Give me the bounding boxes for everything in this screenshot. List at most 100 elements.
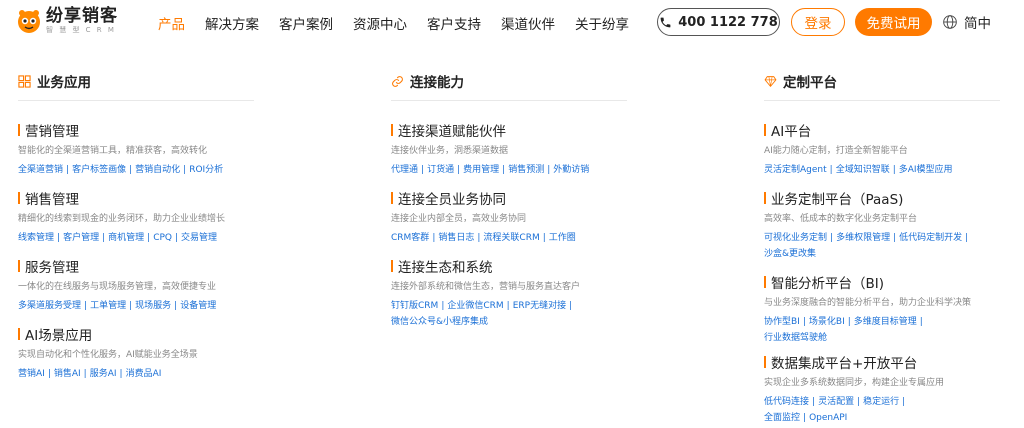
link-separator: | <box>421 165 425 175</box>
menu-link[interactable]: 费用管理 <box>463 165 499 175</box>
menu-link[interactable]: 全域知识智联 <box>836 165 890 175</box>
section-title-link[interactable]: 连接生态和系统 <box>391 258 603 276</box>
menu-link[interactable]: 可视化业务定制 <box>764 233 827 243</box>
nav-solutions[interactable]: 解决方案 <box>205 13 259 33</box>
menu-link[interactable]: 工单管理 <box>90 301 126 311</box>
section-title-link[interactable]: 智能分析平台（BI) <box>764 274 986 292</box>
menu-link[interactable]: 现场服务 <box>135 301 171 311</box>
section-title-link[interactable]: 营销管理 <box>18 122 223 140</box>
column-title: 连接能力 <box>410 75 464 91</box>
nav-support[interactable]: 客户支持 <box>427 13 481 33</box>
nav-resources[interactable]: 资源中心 <box>353 13 407 33</box>
menu-link[interactable]: 钉钉版CRM <box>391 301 438 311</box>
menu-link[interactable]: 协作型BI <box>764 317 800 327</box>
menu-link[interactable]: 设备管理 <box>180 301 216 311</box>
menu-link[interactable]: 全渠道营销 <box>18 165 63 175</box>
menu-link[interactable]: ERP无缝对接 <box>513 301 566 311</box>
menu-link[interactable]: 稳定运行 <box>863 397 899 407</box>
menu-link[interactable]: 流程关联CRM <box>483 233 539 243</box>
language-switch[interactable]: 简中 <box>942 12 991 32</box>
menu-link[interactable]: 沙盒&更改集 <box>764 249 816 259</box>
menu-link[interactable]: 代理通 <box>391 165 418 175</box>
logo-mascot-icon <box>16 8 42 34</box>
menu-link[interactable]: 交易管理 <box>181 233 217 243</box>
nav-product[interactable]: 产品 <box>158 13 185 33</box>
section-marketing: 营销管理 智能化的全渠道营销工具，精准获客，高效转化 全渠道营销 | 客户标签画像 |… <box>18 122 223 178</box>
section-title-link[interactable]: 数据集成平台+开放平台 <box>764 354 974 372</box>
link-separator: | <box>47 369 51 379</box>
section-title: 智能分析平台（BI) <box>771 276 885 292</box>
link-separator: | <box>542 233 546 243</box>
menu-link[interactable]: 销售日志 <box>438 233 474 243</box>
menu-link[interactable]: 客户管理 <box>63 233 99 243</box>
menu-link[interactable]: 行业数据驾驶舱 <box>764 333 827 343</box>
column-title: 定制平台 <box>783 75 837 91</box>
menu-link[interactable]: 多渠道服务受理 <box>18 301 81 311</box>
link-separator: | <box>829 165 833 175</box>
section-title-link[interactable]: 业务定制平台（PaaS) <box>764 190 986 208</box>
menu-link[interactable]: 低代码连接 <box>764 397 809 407</box>
nav-about[interactable]: 关于纷享 <box>575 13 629 33</box>
section-sales: 销售管理 精细化的线索到现金的业务闭环，助力企业业绩增长 线索管理 | 客户管理 | 商… <box>18 190 225 246</box>
accent-bar <box>18 192 20 204</box>
section-desc: 智能化的全渠道营销工具，精准获客，高效转化 <box>18 146 208 156</box>
menu-link[interactable]: 商机管理 <box>108 233 144 243</box>
menu-link[interactable]: CPQ <box>153 233 172 243</box>
menu-link[interactable]: 灵活配置 <box>818 397 854 407</box>
section-title-link[interactable]: 销售管理 <box>18 190 225 208</box>
menu-link[interactable]: 外勤访销 <box>553 165 589 175</box>
menu-link[interactable]: 场景化BI <box>809 317 845 327</box>
menu-link[interactable]: 微信公众号&小程序集成 <box>391 317 488 327</box>
section-title: 连接渠道赋能伙伴 <box>398 124 506 140</box>
menu-link[interactable]: 多维度目标管理 <box>854 317 917 327</box>
product-mega-menu: 纷享销客 智 慧 型 C R M 产品 解决方案 客户案例 资源中心 客户支持 … <box>0 0 1024 428</box>
section-links: 灵活定制Agent | 全域知识智联 | 多AI模型应用 <box>764 162 953 178</box>
menu-link[interactable]: 客户标签画像 <box>72 165 126 175</box>
section-ecosystem: 连接生态和系统 连接外部系统和微信生态，营销与服务直达客户 钉钉版CRM | 企业微… <box>391 258 603 330</box>
free-trial-button[interactable]: 免费试用 <box>855 8 932 36</box>
menu-link[interactable]: 灵活定制Agent <box>764 165 827 175</box>
nav-cases[interactable]: 客户案例 <box>279 13 333 33</box>
menu-link[interactable]: 线索管理 <box>18 233 54 243</box>
language-label: 简中 <box>964 16 991 32</box>
column-title: 业务应用 <box>37 75 91 91</box>
menu-link[interactable]: CRM客群 <box>391 233 429 243</box>
menu-link[interactable]: 消费品AI <box>126 369 162 379</box>
link-separator: | <box>477 233 481 243</box>
section-title-link[interactable]: 连接全员业务协同 <box>391 190 576 208</box>
section-links: 可视化业务定制 | 多维权限管理 | 低代码定制开发 |沙盒&更改集 <box>764 230 986 262</box>
menu-link[interactable]: 营销AI <box>18 369 45 379</box>
menu-link[interactable]: OpenAPI <box>809 413 847 423</box>
link-separator: | <box>506 301 510 311</box>
nav-partners[interactable]: 渠道伙伴 <box>501 13 555 33</box>
menu-link[interactable]: 营销自动化 <box>135 165 180 175</box>
logo[interactable]: 纷享销客 智 慧 型 C R M <box>16 8 118 34</box>
section-title-link[interactable]: 连接渠道赋能伙伴 <box>391 122 589 140</box>
section-title-link[interactable]: 服务管理 <box>18 258 216 276</box>
login-button[interactable]: 登录 <box>791 8 845 36</box>
link-separator: | <box>919 317 923 327</box>
section-title-link[interactable]: AI场景应用 <box>18 326 198 344</box>
section-title: 营销管理 <box>25 124 79 140</box>
menu-link[interactable]: 低代码定制开发 <box>899 233 962 243</box>
menu-link[interactable]: 企业微信CRM <box>447 301 503 311</box>
menu-link[interactable]: 多AI模型应用 <box>899 165 953 175</box>
menu-link[interactable]: 服务AI <box>90 369 117 379</box>
column-header: 业务应用 <box>18 72 254 91</box>
link-separator: | <box>830 233 834 243</box>
section-desc: 精细化的线索到现金的业务闭环，助力企业业绩增长 <box>18 214 226 224</box>
accent-bar <box>18 328 20 340</box>
section-title-link[interactable]: AI平台 <box>764 122 953 140</box>
menu-link[interactable]: 订货通 <box>427 165 454 175</box>
menu-link[interactable]: 多维权限管理 <box>836 233 890 243</box>
section-title: 连接生态和系统 <box>398 260 493 276</box>
menu-link[interactable]: ROI分析 <box>189 165 223 175</box>
logo-subtitle: 智 慧 型 C R M <box>46 26 116 34</box>
phone-button[interactable]: 400 1122 778 <box>657 8 780 36</box>
menu-link[interactable]: 销售AI <box>54 369 81 379</box>
section-links: 全渠道营销 | 客户标签画像 | 营销自动化 | ROI分析 <box>18 162 223 178</box>
section-desc: AI能力随心定制，打造全新智能平台 <box>764 146 908 156</box>
menu-link[interactable]: 销售预测 <box>508 165 544 175</box>
menu-link[interactable]: 全面监控 <box>764 413 800 423</box>
menu-link[interactable]: 工作圈 <box>549 233 576 243</box>
